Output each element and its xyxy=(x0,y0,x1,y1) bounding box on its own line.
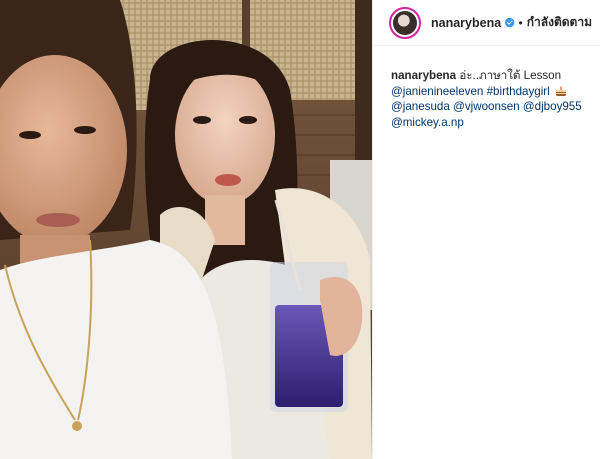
hashtag-link[interactable]: #birthdaygirl xyxy=(487,85,550,98)
mention-link[interactable]: @janesuda xyxy=(391,100,450,113)
post-header: nanarybena • กำลังติดตาม xyxy=(373,0,600,46)
mention-link[interactable]: @djboy955 xyxy=(523,100,582,113)
photo-illustration xyxy=(0,0,372,459)
avatar-image xyxy=(393,10,417,35)
post-photo[interactable] xyxy=(0,0,372,459)
caption-line-1: nanarybena อ่ะ..ภาษาใต้ Lesson xyxy=(391,68,586,84)
mention-link[interactable]: @janienineeleven xyxy=(391,85,483,98)
post-caption: nanarybena อ่ะ..ภาษาใต้ Lesson @janienin… xyxy=(373,46,600,130)
following-button[interactable]: กำลังติดตาม xyxy=(527,13,592,32)
cake-emoji-icon xyxy=(555,86,566,96)
verified-badge-icon xyxy=(505,17,515,28)
caption-username-link[interactable]: nanarybena xyxy=(391,69,456,82)
instagram-post: nanarybena • กำลังติดตาม nanarybena อ่ะ.… xyxy=(0,0,600,459)
caption-line-4: @mickey.a.np xyxy=(391,115,586,131)
caption-line-2: @janienineeleven #birthdaygirl xyxy=(391,84,586,100)
header-username-link[interactable]: nanarybena xyxy=(431,16,501,30)
mention-link[interactable]: @vjwoonsen xyxy=(453,100,520,113)
caption-line-3: @janesuda @vjwoonsen @djboy955 xyxy=(391,99,586,115)
header-separator: • xyxy=(518,15,523,30)
avatar[interactable] xyxy=(389,6,421,39)
post-side-panel: nanarybena • กำลังติดตาม nanarybena อ่ะ.… xyxy=(372,0,600,459)
mention-link[interactable]: @mickey.a.np xyxy=(391,116,464,129)
caption-text: อ่ะ..ภาษาใต้ Lesson xyxy=(459,69,562,82)
